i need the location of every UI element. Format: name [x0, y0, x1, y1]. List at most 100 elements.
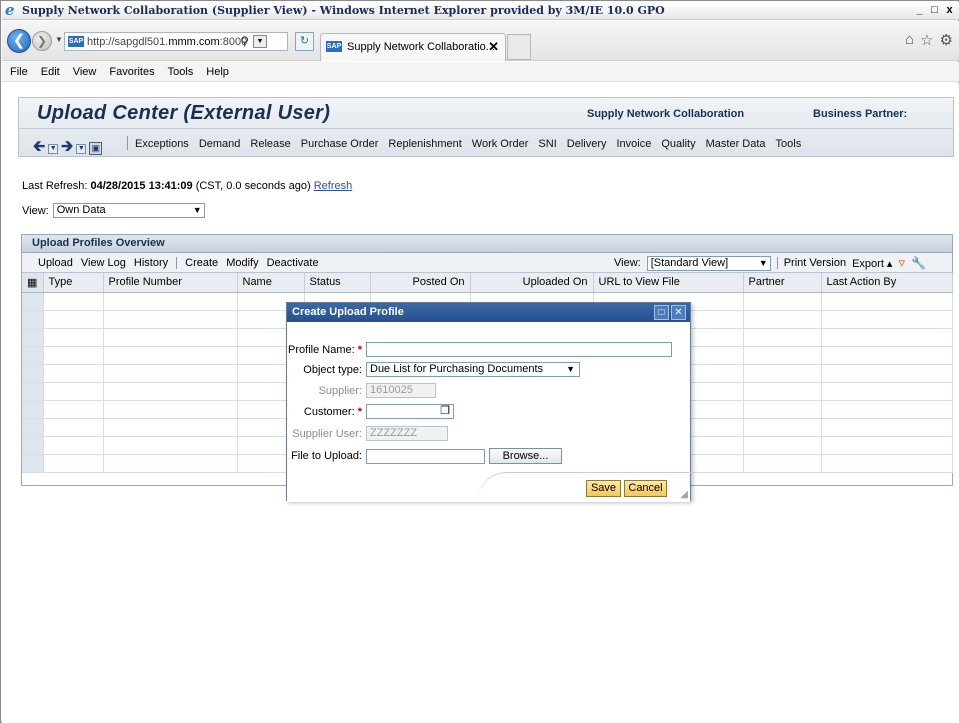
deactivate-button[interactable]: Deactivate	[267, 257, 319, 269]
customer-field[interactable]: ❐	[366, 404, 454, 419]
browser-tab[interactable]: SAP Supply Network Collaboratio... ✕	[320, 33, 506, 61]
address-dropdown-icon[interactable]: ▼	[253, 35, 267, 48]
modify-button[interactable]: Modify	[226, 257, 258, 269]
filter-icon[interactable]: ▿	[898, 255, 905, 271]
minimize-button[interactable]: _	[912, 3, 927, 18]
view-select-value: Own Data	[56, 204, 106, 216]
business-partner-label: Business Partner:	[813, 108, 908, 120]
nav-divider	[127, 136, 128, 150]
tab-favicon-icon: SAP	[326, 41, 342, 52]
nav-invoice[interactable]: Invoice	[617, 138, 652, 150]
favorites-star-icon[interactable]: ☆	[920, 31, 933, 49]
col-posted-on[interactable]: Posted On	[370, 273, 471, 293]
last-refresh-value: 04/28/2015 13:41:09	[90, 180, 193, 192]
toolbar-right: View: [Standard View] ▼ Print Version Ex…	[614, 255, 926, 271]
table-header-row: ▦ Type Profile Number Name Status Posted…	[22, 273, 953, 293]
upload-button[interactable]: Upload	[38, 257, 73, 269]
browser-window: e Supply Network Collaboration (Supplier…	[0, 0, 959, 723]
forward-arrow-icon[interactable]: 🡲	[61, 136, 73, 161]
nav-sni[interactable]: SNI	[538, 138, 556, 150]
file-upload-field[interactable]	[366, 448, 485, 464]
home-icon[interactable]: ⌂	[905, 31, 914, 49]
profile-name-label: Profile Name: *	[288, 343, 362, 356]
menu-file[interactable]: File	[10, 66, 28, 78]
toolbar-divider	[176, 257, 178, 269]
nav-replenishment[interactable]: Replenishment	[388, 138, 461, 150]
export-button[interactable]: Export ▴	[852, 257, 892, 270]
history-nav: 🡰 ▼ 🡲 ▼ ▣	[33, 136, 103, 161]
cancel-button[interactable]: Cancel	[624, 480, 667, 497]
back-button[interactable]: ❮	[7, 29, 31, 53]
view-row: View: Own Data ▼	[22, 203, 205, 218]
dialog-title: Create Upload Profile	[287, 303, 690, 322]
forward-button[interactable]: ❯	[32, 31, 52, 51]
menu-edit[interactable]: Edit	[41, 66, 60, 78]
customer-row: Customer: * ❐	[287, 404, 454, 419]
close-tab-icon[interactable]: ✕	[488, 39, 499, 55]
view-log-button[interactable]: View Log	[81, 257, 126, 269]
create-button[interactable]: Create	[185, 257, 218, 269]
address-bar[interactable]: SAP http://sapgdl501.mmm.com:8000 ⚲ ▼	[64, 32, 288, 51]
profile-name-row: Profile Name: *	[287, 342, 672, 357]
resize-grip-icon[interactable]: ◢	[680, 489, 688, 500]
close-window-button[interactable]: x	[942, 3, 957, 18]
dialog-body: Profile Name: * Object type: Due List fo…	[287, 322, 692, 502]
ie-logo-icon: e	[5, 1, 15, 19]
supplier-user-row: Supplier User: ZZZZZZZ	[287, 426, 448, 441]
supplier-user-label: Supplier User:	[292, 427, 362, 440]
file-upload-row: File to Upload: Browse...	[287, 448, 562, 464]
object-type-select[interactable]: Due List for Purchasing Documents ▼	[366, 362, 580, 377]
table-view-select[interactable]: [Standard View] ▼	[646, 255, 771, 271]
settings-wrench-icon[interactable]: 🔧	[911, 256, 926, 270]
print-version-button[interactable]: Print Version	[784, 257, 846, 269]
new-tab-button[interactable]	[507, 34, 531, 60]
col-type[interactable]: Type	[43, 273, 104, 293]
menu-favorites[interactable]: Favorites	[109, 66, 154, 78]
col-uploaded-on[interactable]: Uploaded On	[470, 273, 594, 293]
favorites-icon[interactable]: ▣	[89, 142, 103, 155]
maximize-button[interactable]: □	[927, 3, 942, 18]
menu-tools[interactable]: Tools	[168, 66, 194, 78]
value-help-icon[interactable]: ❐	[440, 405, 450, 418]
back-list-icon[interactable]: ▼	[48, 143, 59, 154]
history-dropdown-icon[interactable]: ▼	[55, 35, 63, 44]
nav-release[interactable]: Release	[250, 138, 290, 150]
nav-demand[interactable]: Demand	[199, 138, 241, 150]
col-url-to-view-file[interactable]: URL to View File	[593, 273, 744, 293]
nav-exceptions[interactable]: Exceptions	[135, 138, 189, 150]
history-button[interactable]: History	[134, 257, 168, 269]
view-label: View:	[22, 204, 49, 217]
refresh-link[interactable]: Refresh	[314, 180, 353, 192]
nav-purchase-order[interactable]: Purchase Order	[301, 138, 379, 150]
forward-list-icon[interactable]: ▼	[76, 143, 87, 154]
supplier-field: 1610025	[366, 383, 436, 398]
window-controls: _ □ x	[912, 3, 957, 18]
col-profile-number[interactable]: Profile Number	[103, 273, 238, 293]
supplier-user-field: ZZZZZZZ	[366, 426, 448, 441]
search-icon[interactable]: ⚲	[240, 34, 249, 48]
menu-help[interactable]: Help	[206, 66, 229, 78]
chevron-down-icon: ▼	[758, 257, 768, 268]
col-name[interactable]: Name	[237, 273, 305, 293]
col-status[interactable]: Status	[304, 273, 371, 293]
gear-icon[interactable]: ⚙	[940, 31, 953, 49]
nav-tools[interactable]: Tools	[776, 138, 802, 150]
nav-master-data[interactable]: Master Data	[706, 138, 766, 150]
select-all-icon[interactable]: ▦	[22, 273, 44, 293]
col-last-action-by[interactable]: Last Action By	[821, 273, 953, 293]
nav-work-order[interactable]: Work Order	[472, 138, 529, 150]
nav-quality[interactable]: Quality	[661, 138, 695, 150]
dialog-close-icon[interactable]: ✕	[671, 305, 686, 320]
profile-name-field[interactable]	[366, 342, 672, 357]
back-arrow-icon[interactable]: 🡰	[33, 136, 45, 161]
create-upload-profile-dialog: Create Upload Profile □ ✕ Profile Name: …	[286, 302, 692, 502]
browse-button[interactable]: Browse...	[489, 448, 562, 464]
save-button[interactable]: Save	[586, 480, 621, 497]
nav-delivery[interactable]: Delivery	[567, 138, 607, 150]
col-partner[interactable]: Partner	[743, 273, 822, 293]
refresh-icon[interactable]: ↻	[295, 32, 314, 51]
menu-view[interactable]: View	[73, 66, 97, 78]
dialog-maximize-icon[interactable]: □	[654, 305, 669, 320]
object-type-value: Due List for Purchasing Documents	[370, 363, 544, 375]
view-select[interactable]: Own Data ▼	[52, 203, 205, 218]
